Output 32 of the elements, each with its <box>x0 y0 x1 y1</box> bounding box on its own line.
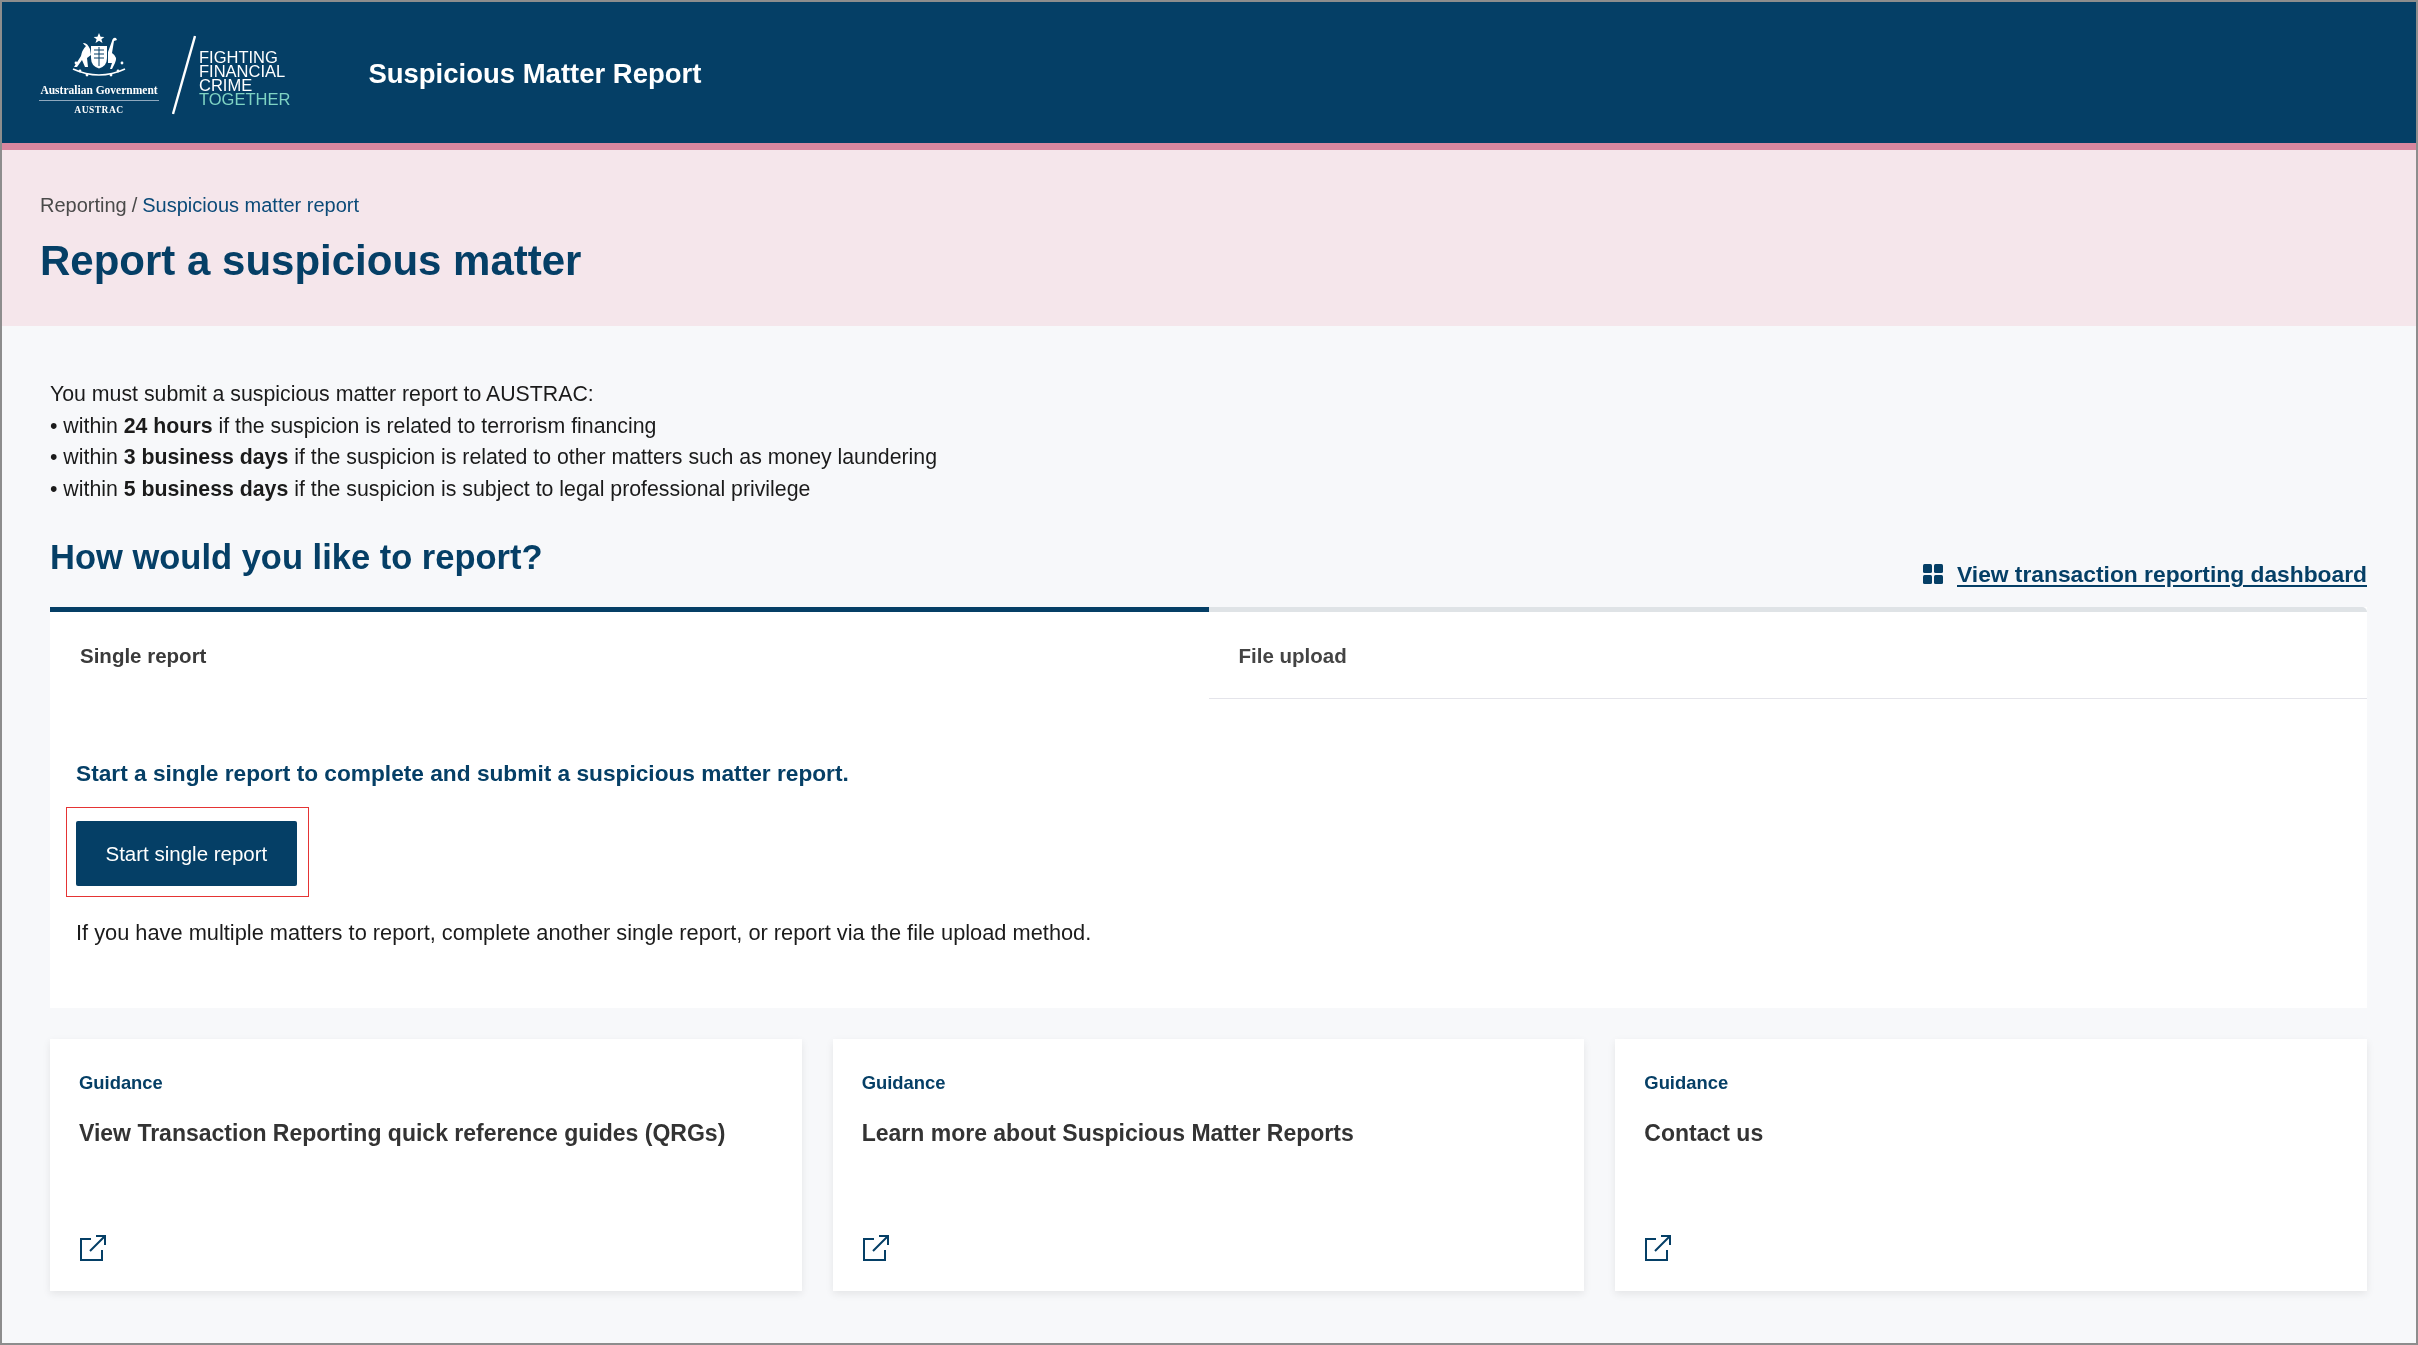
card-title: Contact us <box>1644 1119 1764 1148</box>
breadcrumb-link[interactable]: Reporting <box>40 191 127 219</box>
page-title: Report a suspicious matter <box>40 236 583 286</box>
bullet-item: • within 24 hours if the suspicion is related to terrorism financing <box>50 412 658 440</box>
start-report-button[interactable]: Start single report <box>75 821 298 886</box>
card-category: Guidance <box>861 1072 946 1094</box>
external-link-icon <box>1644 1234 1673 1262</box>
tagline-text: FIGHTING FINANCIAL CRIME TOGETHER <box>199 49 291 106</box>
dashboard-link[interactable]: View transaction reporting dashboard <box>1923 560 2367 588</box>
card-title: Learn more about Suspicious Matter Reports <box>861 1119 1354 1148</box>
bullet-item: • within 3 business days if the suspicion is related to other matters such as money laundering <box>50 444 938 471</box>
guidance-card[interactable]: Guidance Contact us <box>1615 1039 2367 1291</box>
panel-heading: Start a single report to complete and submit a suspicious matter report. <box>76 759 850 788</box>
external-link-icon <box>79 1234 107 1262</box>
card-category: Guidance <box>1644 1072 1729 1094</box>
external-link-icon <box>861 1234 890 1262</box>
section-heading: How would you like to report? <box>50 537 543 578</box>
guidance-card[interactable]: Guidance Learn more about Suspicious Matter Reports <box>832 1039 1585 1291</box>
grid-icon <box>1923 564 1943 584</box>
tab[interactable]: File upload <box>1208 607 2367 699</box>
intro-text: You must submit a suspicious matter report to AUSTRAC: <box>50 381 595 408</box>
slash-mark-icon <box>172 34 196 115</box>
card-title: View Transaction Reporting quick reference guides (QRGs) <box>79 1119 726 1148</box>
government-name: Australian Government <box>40 83 158 97</box>
guidance-card[interactable]: Guidance View Transaction Reporting quick reference guides (QRGs) <box>50 1039 802 1291</box>
app-title: Suspicious Matter Report <box>368 57 702 90</box>
breadcrumb-separator: / <box>131 193 138 218</box>
card-category: Guidance <box>79 1072 163 1094</box>
breadcrumb-link[interactable]: Suspicious matter report <box>142 191 360 219</box>
bullet-item: • within 5 business days if the suspicion is subject to legal professional privilege <box>50 475 812 503</box>
agency-name: AUSTRAC <box>74 105 124 116</box>
panel-note: If you have multiple matters to report, complete another single report, or report via the file upload method. <box>76 919 1093 947</box>
